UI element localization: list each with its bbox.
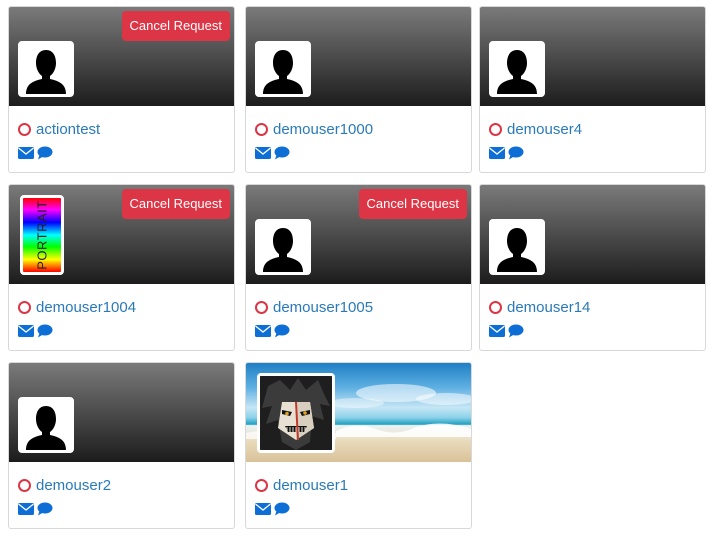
chat-bubble-icon[interactable] (274, 502, 290, 516)
avatar[interactable] (255, 41, 311, 97)
user-card: demouser4 (479, 6, 706, 173)
envelope-icon[interactable] (255, 147, 271, 159)
status-circle-icon (255, 478, 268, 492)
chat-bubble-icon[interactable] (508, 324, 524, 338)
username-link[interactable]: demouser1000 (273, 121, 373, 138)
envelope-icon[interactable] (255, 325, 271, 337)
status-circle-icon (18, 122, 31, 136)
user-card: demouser14 (479, 184, 706, 351)
envelope-icon[interactable] (489, 147, 505, 159)
envelope-icon[interactable] (255, 503, 271, 515)
cancel-request-button[interactable]: Cancel Request (121, 11, 230, 41)
anime-character-avatar-icon (260, 376, 332, 450)
status-circle-icon (255, 300, 268, 314)
user-card: demouser1 (245, 362, 472, 529)
chat-bubble-icon[interactable] (37, 502, 53, 516)
chat-bubble-icon[interactable] (274, 324, 290, 338)
username-link[interactable]: demouser14 (507, 299, 590, 316)
user-silhouette-icon (21, 44, 71, 94)
user-card: demouser1000 (245, 6, 472, 173)
chat-bubble-icon[interactable] (37, 324, 53, 338)
username-link[interactable]: demouser1 (273, 477, 348, 494)
avatar[interactable] (257, 373, 335, 453)
user-silhouette-icon (21, 400, 71, 450)
avatar[interactable]: PORTRAIT (20, 195, 64, 275)
status-circle-icon (489, 122, 502, 136)
envelope-icon[interactable] (489, 325, 505, 337)
user-silhouette-icon (492, 44, 542, 94)
envelope-icon[interactable] (18, 147, 34, 159)
status-circle-icon (255, 122, 268, 136)
status-circle-icon (489, 300, 502, 314)
user-card: demouser2 (8, 362, 235, 529)
user-silhouette-icon (492, 222, 542, 272)
avatar[interactable] (18, 397, 74, 453)
status-circle-icon (18, 478, 31, 492)
user-card-grid: Cancel Request actiontest demouser1000 d… (0, 0, 715, 538)
status-circle-icon (18, 300, 31, 314)
avatar[interactable] (489, 219, 545, 275)
username-link[interactable]: actiontest (36, 121, 100, 138)
avatar[interactable] (255, 219, 311, 275)
cancel-request-button[interactable]: Cancel Request (121, 189, 230, 219)
username-link[interactable]: demouser1005 (273, 299, 373, 316)
avatar[interactable] (489, 41, 545, 97)
username-link[interactable]: demouser1004 (36, 299, 136, 316)
envelope-icon[interactable] (18, 503, 34, 515)
username-link[interactable]: demouser2 (36, 477, 111, 494)
chat-bubble-icon[interactable] (274, 146, 290, 160)
cancel-request-button[interactable]: Cancel Request (358, 189, 467, 219)
username-link[interactable]: demouser4 (507, 121, 582, 138)
chat-bubble-icon[interactable] (37, 146, 53, 160)
avatar[interactable] (18, 41, 74, 97)
user-silhouette-icon (258, 44, 308, 94)
user-card: PORTRAIT Cancel Request demouser1004 (8, 184, 235, 351)
user-card: Cancel Request actiontest (8, 6, 235, 173)
envelope-icon[interactable] (18, 325, 34, 337)
user-card: Cancel Request demouser1005 (245, 184, 472, 351)
chat-bubble-icon[interactable] (508, 146, 524, 160)
user-silhouette-icon (258, 222, 308, 272)
avatar-portrait-text: PORTRAIT (34, 200, 50, 270)
